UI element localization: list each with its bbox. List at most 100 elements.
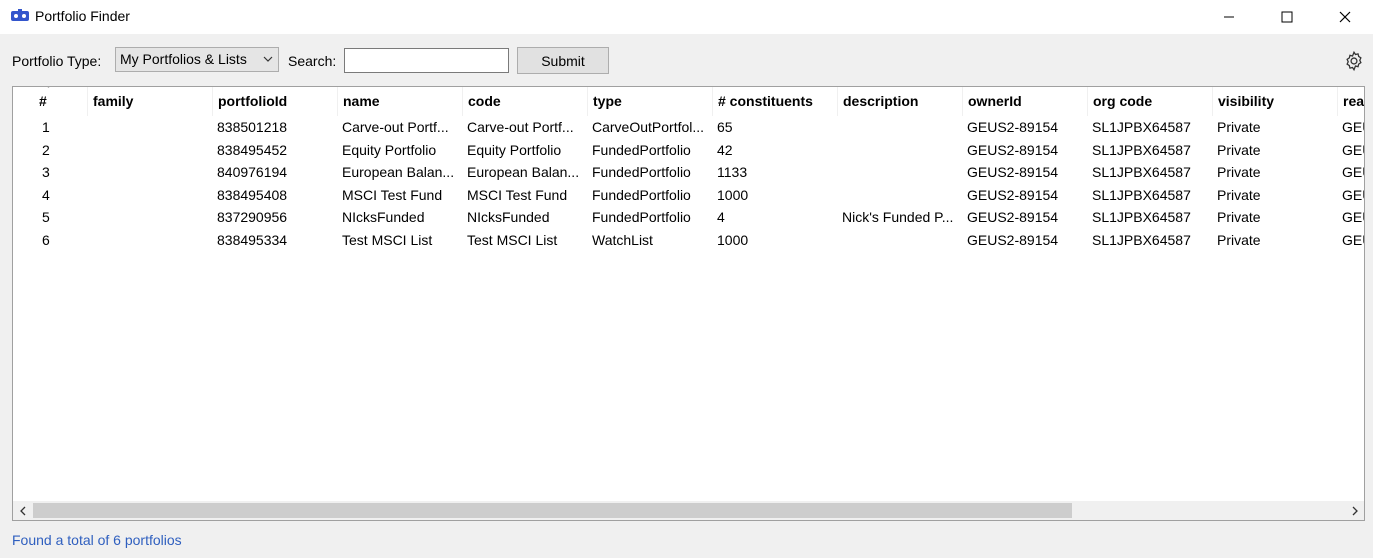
cell-col-type: WatchList <box>592 231 653 248</box>
close-icon <box>1339 11 1351 23</box>
header-col-type[interactable]: type <box>588 87 713 116</box>
cell-col-family <box>88 139 213 161</box>
scroll-right-button[interactable] <box>1345 501 1364 520</box>
cell-col-index: 5 <box>42 209 50 225</box>
scrollbar-thumb[interactable] <box>33 503 1072 518</box>
cell-col-index: 3 <box>42 164 50 180</box>
header-col-code[interactable]: code <box>463 87 588 116</box>
cell-col-owner-id: GEUS2-89154 <box>967 141 1059 158</box>
cell-col-description <box>838 139 963 161</box>
cell-col-family <box>88 116 213 138</box>
cell-col-name: NIcksFunded <box>342 209 425 225</box>
cell-col-visibility: Private <box>1217 164 1261 180</box>
cell-col-type: FundedPortfolio <box>592 186 691 203</box>
scroll-left-button[interactable] <box>13 501 32 520</box>
header-col-name[interactable]: name <box>338 87 463 116</box>
table-row[interactable]: 2 838495452 Equity Portfolio Equity Portfol… <box>13 139 1364 161</box>
cell-col-portfolio-id: 838495452 <box>217 141 288 158</box>
cell-col-name: European Balan... <box>342 164 455 180</box>
header-col-family[interactable]: family <box>88 87 213 116</box>
header-col-org-code[interactable]: org code <box>1088 87 1213 116</box>
cell-col-org-code: SL1JPBX64587 <box>1092 119 1191 135</box>
cell-col-rea: GEU <box>1342 231 1364 248</box>
cell-col-visibility: Private <box>1217 141 1261 158</box>
cell-col-family <box>88 184 213 206</box>
cell-col-visibility: Private <box>1217 209 1261 225</box>
horizontal-scrollbar[interactable] <box>13 501 1364 520</box>
portfolio-type-label: Portfolio Type: <box>12 53 102 69</box>
maximize-button[interactable] <box>1258 0 1316 34</box>
cell-col-owner-id: GEUS2-89154 <box>967 164 1059 180</box>
title-bar: Portfolio Finder <box>0 0 1373 34</box>
cell-col-constituents: 1133 <box>717 164 748 180</box>
cell-col-family <box>88 161 213 183</box>
header-col-index[interactable]: # <box>13 87 88 116</box>
cell-col-code: Test MSCI List <box>467 231 558 248</box>
cell-col-org-code: SL1JPBX64587 <box>1092 164 1191 180</box>
cell-col-org-code: SL1JPBX64587 <box>1092 231 1191 248</box>
table-row[interactable]: 1 838501218 Carve-out Portf... Carve-out Po… <box>13 116 1364 138</box>
portfolio-grid: # ˇ family portfolioId name code type # constit… <box>12 86 1365 521</box>
cell-col-name: Equity Portfolio <box>342 141 437 158</box>
close-button[interactable] <box>1316 0 1373 34</box>
table-row[interactable]: 6 838495334 Test MSCI List Test MSCI List Wa… <box>13 229 1364 251</box>
cell-col-org-code: SL1JPBX64587 <box>1092 209 1191 225</box>
cell-col-description: Nick's Funded P... <box>842 209 954 225</box>
cell-col-org-code: SL1JPBX64587 <box>1092 141 1191 158</box>
cell-col-owner-id: GEUS2-89154 <box>967 186 1059 203</box>
submit-button[interactable]: Submit <box>517 47 609 74</box>
cell-col-rea: GEU <box>1342 209 1364 225</box>
minimize-button[interactable] <box>1200 0 1258 34</box>
portfolio-type-select[interactable]: My Portfolios & Lists <box>115 47 279 72</box>
cell-col-index: 1 <box>42 119 50 135</box>
table-row[interactable]: 5 837290956 NIcksFunded NIcksFunded FundedPo… <box>13 206 1364 228</box>
cell-col-owner-id: GEUS2-89154 <box>967 119 1059 135</box>
cell-col-constituents: 1000 <box>717 186 749 203</box>
cell-col-owner-id: GEUS2-89154 <box>967 209 1059 225</box>
search-input[interactable] <box>344 48 509 73</box>
cell-col-constituents: 4 <box>717 209 725 225</box>
cell-col-index: 2 <box>42 141 50 158</box>
search-label: Search: <box>288 53 337 69</box>
header-col-rea[interactable]: rea <box>1338 87 1364 116</box>
header-col-constituents[interactable]: # constituents <box>713 87 838 116</box>
maximize-icon <box>1281 11 1293 23</box>
header-col-portfolio-id[interactable]: portfolioId <box>213 87 338 116</box>
cell-col-name: Carve-out Portf... <box>342 119 449 135</box>
cell-col-rea: GEU <box>1342 119 1364 135</box>
cell-col-constituents: 42 <box>717 141 733 158</box>
sort-indicator-icon: ˇ <box>47 86 50 95</box>
gear-icon[interactable] <box>1343 50 1365 72</box>
cell-col-portfolio-id: 838501218 <box>217 119 288 135</box>
cell-col-family <box>88 229 213 251</box>
window-title: Portfolio Finder <box>35 8 130 24</box>
table-row[interactable]: 3 840976194 European Balan... European Bala… <box>13 161 1364 183</box>
portfolio-finder-window: Portfolio Finder Portfolio Type: My Port… <box>0 0 1373 558</box>
chevron-right-icon <box>1352 506 1358 515</box>
cell-col-type: FundedPortfolio <box>592 209 691 225</box>
header-col-owner-id[interactable]: ownerId <box>963 87 1088 116</box>
cell-col-code: European Balan... <box>467 164 580 180</box>
cell-col-family <box>88 206 213 228</box>
header-col-visibility[interactable]: visibility <box>1213 87 1338 116</box>
header-col-description[interactable]: description <box>838 87 963 116</box>
cell-col-portfolio-id: 838495408 <box>217 186 288 203</box>
cell-col-owner-id: GEUS2-89154 <box>967 231 1059 248</box>
cell-col-name: MSCI Test Fund <box>342 186 443 203</box>
cell-col-type: FundedPortfolio <box>592 141 691 158</box>
app-logo-icon <box>11 9 29 21</box>
cell-col-visibility: Private <box>1217 231 1261 248</box>
cell-col-name: Test MSCI List <box>342 231 433 248</box>
cell-col-description <box>838 229 963 251</box>
toolbar: Portfolio Type: My Portfolios & Lists Se… <box>0 34 1373 86</box>
cell-col-description <box>838 184 963 206</box>
cell-col-type: CarveOutPortfol... <box>592 119 705 135</box>
cell-col-rea: GEU <box>1342 186 1364 203</box>
cell-col-portfolio-id: 840976194 <box>217 164 288 180</box>
table-row[interactable]: 4 838495408 MSCI Test Fund MSCI Test Fund Fu… <box>13 184 1364 206</box>
portfolio-type-value: My Portfolios & Lists <box>120 51 247 67</box>
cell-col-portfolio-id: 838495334 <box>217 231 288 248</box>
cell-col-rea: GEU <box>1342 164 1364 180</box>
cell-col-index: 6 <box>42 231 50 248</box>
cell-col-description <box>838 116 963 138</box>
